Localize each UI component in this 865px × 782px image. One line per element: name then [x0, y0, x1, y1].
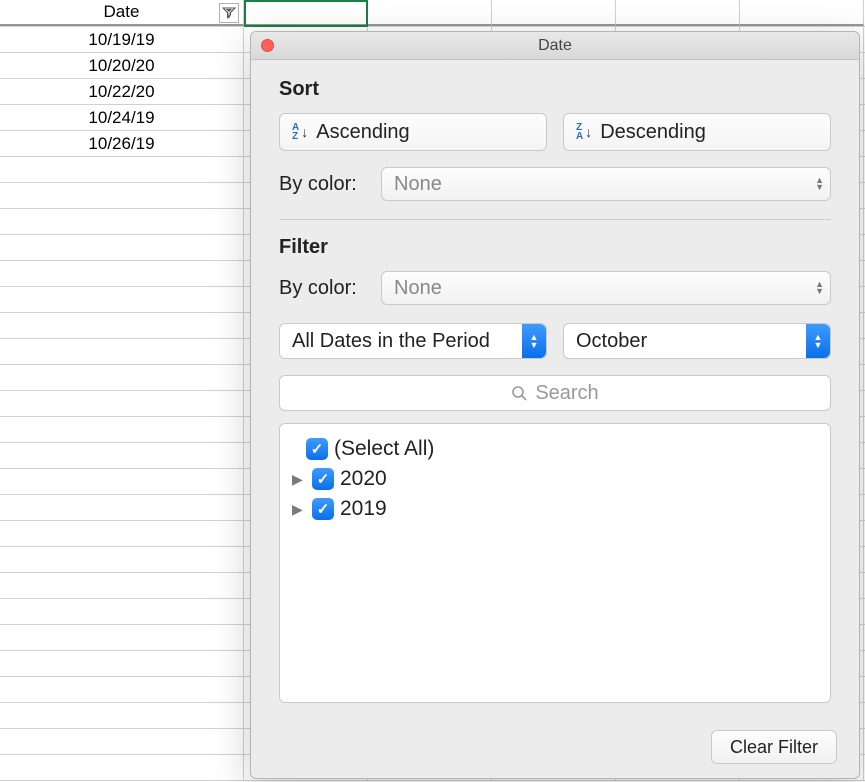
header-cell[interactable] [616, 0, 740, 26]
sort-az-icon: AZ ↓ [292, 123, 308, 141]
sort-descending-button[interactable]: ZA ↓ Descending [563, 113, 831, 151]
data-cell[interactable]: 10/22/20 [0, 79, 244, 104]
sort-heading: Sort [279, 78, 831, 101]
tree-item-2019[interactable]: ▶ ✓ 2019 [288, 494, 822, 524]
filter-dropdown-icon[interactable] [219, 3, 239, 23]
autofilter-dialog: Date Sort AZ ↓ Ascending ZA ↓ Descending [250, 31, 860, 779]
month-select[interactable]: October ▲▼ [563, 323, 831, 359]
filter-by-color-value: None [394, 277, 442, 300]
tree-item-label: 2019 [340, 497, 387, 521]
sort-za-icon: ZA ↓ [576, 123, 592, 141]
clear-filter-button[interactable]: Clear Filter [711, 730, 837, 764]
search-icon [511, 385, 528, 402]
close-icon[interactable] [261, 39, 274, 52]
data-cell[interactable]: 10/24/19 [0, 105, 244, 130]
filter-by-color-select[interactable]: None ▲▼ [381, 271, 831, 305]
stepper-icon: ▲▼ [815, 177, 824, 191]
header-cell[interactable] [740, 0, 864, 26]
stepper-icon: ▲▼ [815, 281, 824, 295]
sort-by-color-label: By color: [279, 173, 367, 196]
chevron-updown-icon: ▲▼ [522, 324, 546, 358]
data-cell[interactable]: 10/20/20 [0, 53, 244, 78]
sort-by-color-value: None [394, 173, 442, 196]
tree-select-all-label: (Select All) [334, 437, 434, 461]
header-label: Date [104, 2, 140, 22]
filter-search-input[interactable]: Search [279, 375, 831, 411]
date-period-value: All Dates in the Period [292, 330, 490, 353]
disclosure-right-icon[interactable]: ▶ [292, 501, 306, 518]
data-cell[interactable]: 10/26/19 [0, 131, 244, 156]
sort-by-color-select[interactable]: None ▲▼ [381, 167, 831, 201]
header-cell[interactable] [492, 0, 616, 26]
header-cell[interactable] [368, 0, 492, 26]
tree-item-2020[interactable]: ▶ ✓ 2020 [288, 464, 822, 494]
sort-ascending-label: Ascending [316, 121, 409, 144]
search-placeholder: Search [535, 382, 598, 405]
header-cell[interactable] [244, 0, 368, 26]
month-value: October [576, 330, 647, 353]
dialog-title: Date [251, 37, 859, 55]
filter-heading: Filter [279, 236, 831, 259]
sort-descending-label: Descending [600, 121, 706, 144]
data-cell[interactable]: 10/19/19 [0, 27, 244, 52]
tree-item-label: 2020 [340, 467, 387, 491]
checkbox-checked-icon[interactable]: ✓ [312, 498, 334, 520]
date-period-select[interactable]: All Dates in the Period ▲▼ [279, 323, 547, 359]
filter-by-color-label: By color: [279, 277, 367, 300]
disclosure-right-icon[interactable]: ▶ [292, 471, 306, 488]
divider [279, 219, 831, 220]
chevron-updown-icon: ▲▼ [806, 324, 830, 358]
checkbox-checked-icon[interactable]: ✓ [312, 468, 334, 490]
checkbox-checked-icon[interactable]: ✓ [306, 438, 328, 460]
dialog-titlebar[interactable]: Date [251, 32, 859, 60]
tree-select-all[interactable]: ✓ (Select All) [288, 434, 822, 464]
header-cell-date[interactable]: Date [0, 0, 244, 26]
filter-value-tree[interactable]: ✓ (Select All) ▶ ✓ 2020 ▶ ✓ 2019 [279, 423, 831, 703]
sort-ascending-button[interactable]: AZ ↓ Ascending [279, 113, 547, 151]
grid-header-row: Date [0, 0, 865, 27]
